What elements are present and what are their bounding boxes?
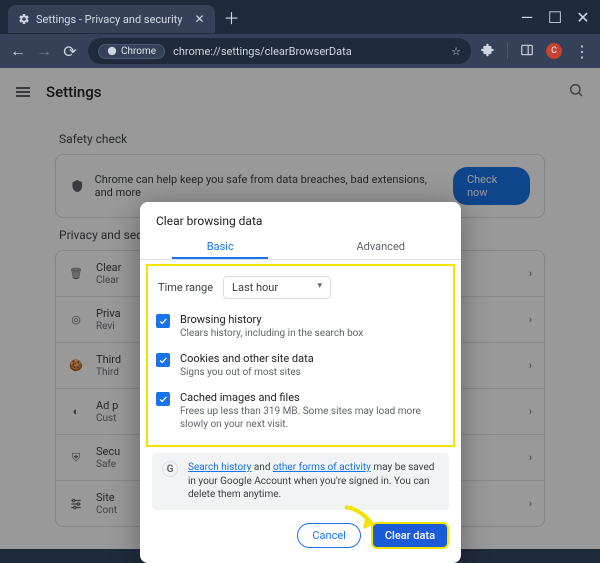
chrome-icon	[107, 46, 117, 56]
reload-icon[interactable]: ⟳	[62, 43, 78, 59]
dialog-tabs: Basic Advanced	[140, 232, 461, 259]
time-range-select[interactable]: Last hour	[223, 276, 331, 299]
clear-browsing-data-dialog: Clear browsing data Basic Advanced Time …	[140, 202, 461, 563]
checkbox-checked-icon[interactable]	[156, 392, 170, 406]
address-bar: ← → ⟳ Chrome chrome://settings/clearBrow…	[0, 34, 600, 68]
google-account-info: G Search history and other forms of acti…	[152, 453, 449, 510]
menu-icon[interactable]: ⋮	[574, 42, 590, 61]
dialog-title: Clear browsing data	[140, 202, 461, 232]
checkbox-checked-icon[interactable]	[156, 353, 170, 367]
window-titlebar: Settings - Privacy and security ✕ ＋ — ☐ …	[0, 0, 600, 34]
forward-icon: →	[36, 43, 52, 59]
other-activity-link[interactable]: other forms of activity	[273, 462, 371, 473]
url-text: chrome://settings/clearBrowserData	[173, 45, 352, 58]
bookmark-icon[interactable]: ☆	[451, 45, 461, 58]
option-cookies[interactable]: Cookies and other site dataSigns you out…	[154, 346, 447, 385]
option-cached[interactable]: Cached images and filesFrees up less tha…	[154, 385, 447, 437]
side-panel-icon[interactable]	[520, 42, 534, 61]
back-icon[interactable]: ←	[10, 43, 26, 59]
window-controls: — ☐ ✕	[520, 10, 600, 24]
tab-title: Settings - Privacy and security	[36, 13, 182, 26]
omnibox[interactable]: Chrome chrome://settings/clearBrowserDat…	[88, 38, 471, 64]
maximize-icon[interactable]: ☐	[548, 10, 562, 24]
separator	[507, 43, 508, 59]
clear-data-button[interactable]: Clear data	[371, 522, 449, 549]
tab-advanced[interactable]: Advanced	[301, 232, 462, 259]
profile-avatar[interactable]: C	[546, 43, 562, 59]
extensions-icon[interactable]	[481, 42, 495, 61]
option-browsing-history[interactable]: Browsing historyClears history, includin…	[154, 307, 447, 346]
checkbox-checked-icon[interactable]	[156, 314, 170, 328]
google-icon: G	[162, 461, 178, 477]
highlighted-options: Time range Last hour Browsing historyCle…	[146, 264, 455, 447]
cancel-button[interactable]: Cancel	[297, 523, 360, 548]
time-range-label: Time range	[158, 281, 213, 294]
browser-tab[interactable]: Settings - Privacy and security ✕	[8, 5, 215, 33]
close-window-icon[interactable]: ✕	[576, 10, 590, 24]
close-tab-icon[interactable]: ✕	[194, 12, 204, 26]
search-history-link[interactable]: Search history	[188, 462, 251, 473]
gear-icon	[18, 13, 30, 25]
new-tab-button[interactable]: ＋	[221, 6, 243, 28]
minimize-icon[interactable]: —	[520, 10, 534, 24]
tab-basic[interactable]: Basic	[140, 232, 301, 259]
chrome-chip: Chrome	[98, 44, 165, 59]
